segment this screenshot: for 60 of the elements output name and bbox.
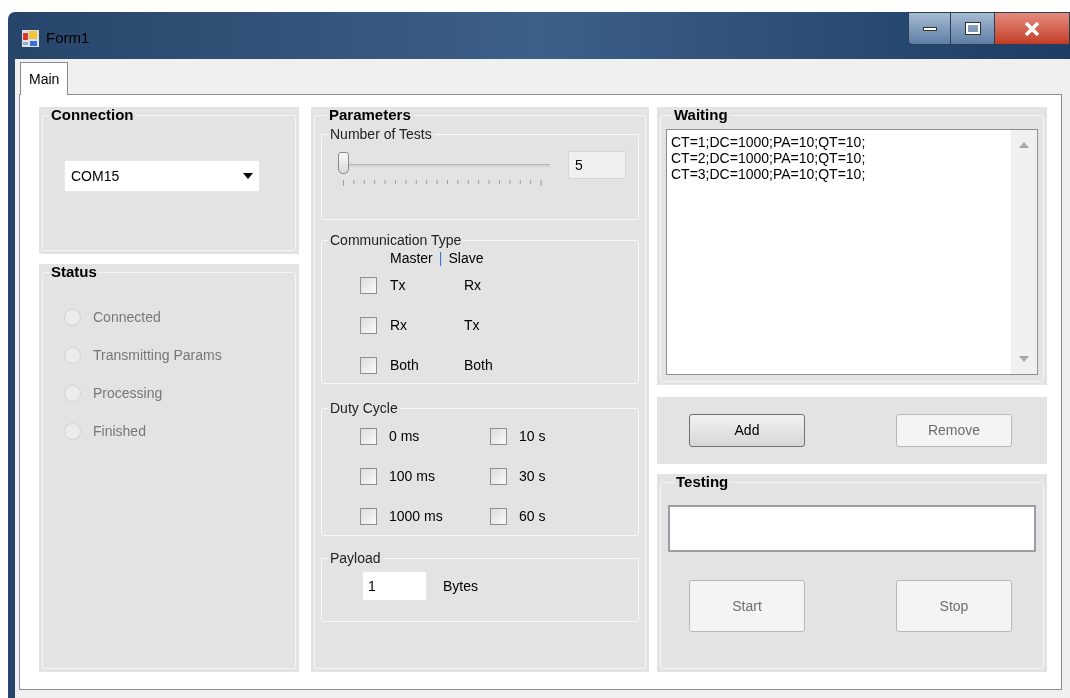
dropdown-caret-icon xyxy=(243,173,253,179)
column-header: Slave xyxy=(448,249,484,268)
maximize-button[interactable] xyxy=(951,13,995,44)
minimize-button[interactable] xyxy=(909,13,951,44)
waiting-list[interactable]: CT=1;DC=1000;PA=10;QT=10; CT=2;DC=1000;PA=10;QT=10; CT=3;DC=1000;PA=10;QT=10; xyxy=(666,129,1038,375)
checkbox[interactable] xyxy=(360,468,377,485)
close-icon xyxy=(1024,21,1040,36)
option-label: Rx xyxy=(390,316,409,335)
option-label: 30 s xyxy=(519,467,546,486)
checkbox[interactable] xyxy=(490,468,507,485)
list-item[interactable]: CT=2;DC=1000;PA=10;QT=10; xyxy=(671,150,1011,166)
option-label: Both xyxy=(464,356,493,375)
group-title: Waiting xyxy=(673,107,729,123)
testing-field[interactable] xyxy=(668,505,1036,552)
group-title: Payload xyxy=(329,550,382,566)
scroll-down-icon[interactable] xyxy=(1019,356,1029,362)
group-title: Parameters xyxy=(328,107,412,123)
checkbox[interactable] xyxy=(360,508,377,525)
list-item[interactable]: CT=3;DC=1000;PA=10;QT=10; xyxy=(671,166,1011,182)
tick-marks-icon xyxy=(343,180,543,186)
app-icon xyxy=(22,29,39,47)
window-title: Form1 xyxy=(46,28,90,48)
checkbox[interactable] xyxy=(360,277,377,294)
option-label: Both xyxy=(390,356,420,375)
radio-label: Transmitting Params xyxy=(93,346,222,365)
group-title: Number of Tests xyxy=(329,126,433,142)
radio-label: Processing xyxy=(93,384,163,403)
radio-label: Connected xyxy=(93,308,161,327)
radio-label: Finished xyxy=(93,422,146,441)
option-label: Tx xyxy=(464,316,480,335)
option-label: 60 s xyxy=(519,507,546,526)
option-label: 1000 ms xyxy=(389,507,443,526)
group-title: Status xyxy=(50,264,98,280)
tab[interactable]: Main xyxy=(20,62,69,95)
list-item[interactable]: CT=1;DC=1000;PA=10;QT=10; xyxy=(671,134,1011,150)
number-field[interactable]: 5 xyxy=(568,151,626,179)
option-label: 100 ms xyxy=(389,467,435,486)
checkbox[interactable] xyxy=(360,317,377,334)
group-title: Communication Type xyxy=(329,232,463,248)
checkbox[interactable] xyxy=(360,357,377,374)
checkbox[interactable] xyxy=(360,428,377,445)
close-button[interactable] xyxy=(995,13,1069,44)
checkbox[interactable] xyxy=(490,428,507,445)
scrollbar[interactable] xyxy=(1011,130,1037,374)
option-label: 0 ms xyxy=(389,427,420,446)
scroll-up-icon[interactable] xyxy=(1019,142,1029,148)
group-title: Testing xyxy=(675,474,730,490)
slider-thumb[interactable] xyxy=(338,152,349,174)
port-dropdown[interactable]: COM15 xyxy=(64,160,260,192)
group-title: Duty Cycle xyxy=(329,400,399,416)
push-button[interactable]: Add xyxy=(689,414,805,447)
payload-field[interactable]: 1 xyxy=(362,571,427,601)
option-label: 10 s xyxy=(519,427,546,446)
checkbox[interactable] xyxy=(490,508,507,525)
unit-label: Bytes xyxy=(443,576,478,596)
separator-mark: | xyxy=(438,249,443,268)
option-label: Rx xyxy=(464,276,482,295)
option-label: Tx xyxy=(390,276,407,295)
column-header: Master xyxy=(390,249,433,268)
group-title: Connection xyxy=(50,107,135,123)
